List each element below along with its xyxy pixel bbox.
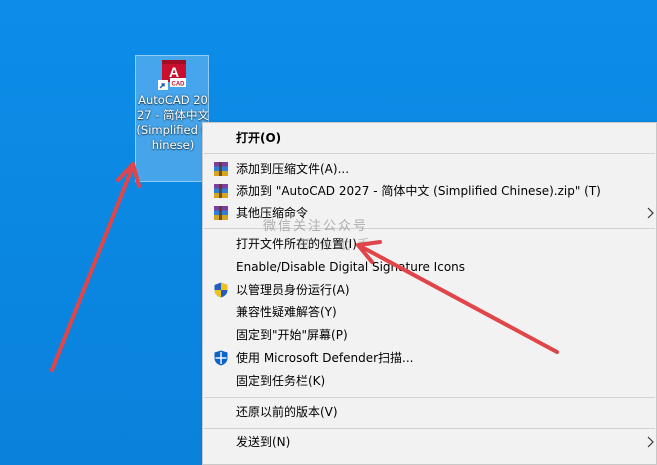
watermark-text: 微信关注公众号: [263, 219, 369, 234]
chevron-right-icon: [647, 436, 654, 448]
watermark-text-secondary: 软件助手: [300, 238, 377, 253]
menu-item-label: Enable/Disable Digital Signature Icons: [236, 260, 466, 274]
menu-separator: [204, 397, 655, 398]
menu-item-label: 固定到任务栏(K): [236, 374, 326, 388]
shortcut-label: AutoCAD 2027 - 简体中文 (Simplified Chinese): [136, 93, 210, 152]
menu-item-label: 添加到压缩文件(A)...: [236, 162, 350, 176]
menu-item-digital-signature-icons[interactable]: Enable/Disable Digital Signature Icons: [203, 256, 656, 278]
menu-item-add-to-archive[interactable]: 添加到压缩文件(A)...: [203, 158, 656, 180]
defender-shield-icon: [214, 350, 228, 366]
menu-item-label: 添加到 "AutoCAD 2027 - 简体中文 (Simplified Chi…: [236, 184, 601, 198]
menu-item-pin-to-start[interactable]: 固定到"开始"屏幕(P): [203, 324, 656, 346]
menu-item-label: 使用 Microsoft Defender扫描...: [236, 351, 414, 365]
winrar-icon: [214, 184, 228, 198]
menu-item-label: 固定到"开始"屏幕(P): [236, 328, 348, 342]
menu-item-pin-to-taskbar[interactable]: 固定到任务栏(K): [203, 370, 656, 392]
menu-item-label: 打开(O): [236, 131, 282, 145]
context-menu: 打开(O) 添加到压缩文件(A)... 添加到 "AutoCAD 2027 - …: [202, 122, 657, 465]
menu-separator: [204, 153, 655, 154]
menu-item-label: 兼容性疑难解答(Y): [236, 305, 337, 319]
winrar-icon: [214, 162, 228, 176]
autocad-desktop-shortcut[interactable]: A CAD AutoCAD 2027 - 简体中文 (Simplified Ch…: [135, 55, 210, 182]
chevron-right-icon: [647, 207, 654, 219]
menu-item-run-as-admin[interactable]: 以管理员身份运行(A): [203, 279, 656, 301]
menu-item-send-to[interactable]: 发送到(N): [203, 431, 656, 453]
menu-item-defender-scan[interactable]: 使用 Microsoft Defender扫描...: [203, 347, 656, 369]
menu-item-add-to-zip[interactable]: 添加到 "AutoCAD 2027 - 简体中文 (Simplified Chi…: [203, 180, 656, 202]
menu-item-label: 发送到(N): [236, 435, 291, 449]
menu-item-restore-previous-versions[interactable]: 还原以前的版本(V): [203, 401, 656, 423]
menu-item-open-file-location[interactable]: 打开文件所在的位置(I): [203, 233, 656, 255]
menu-item-open[interactable]: 打开(O): [203, 127, 656, 149]
uac-shield-icon: [214, 282, 228, 298]
menu-item-compatibility-troubleshoot[interactable]: 兼容性疑难解答(Y): [203, 301, 656, 323]
menu-item-label: 以管理员身份运行(A): [236, 283, 350, 297]
app-icon-badge: CAD: [172, 82, 186, 88]
winrar-icon: [214, 206, 228, 220]
menu-item-label: 还原以前的版本(V): [236, 405, 338, 419]
autocad-app-icon: A CAD: [158, 60, 186, 90]
app-icon-letter: A: [169, 64, 179, 80]
menu-separator: [204, 428, 655, 429]
